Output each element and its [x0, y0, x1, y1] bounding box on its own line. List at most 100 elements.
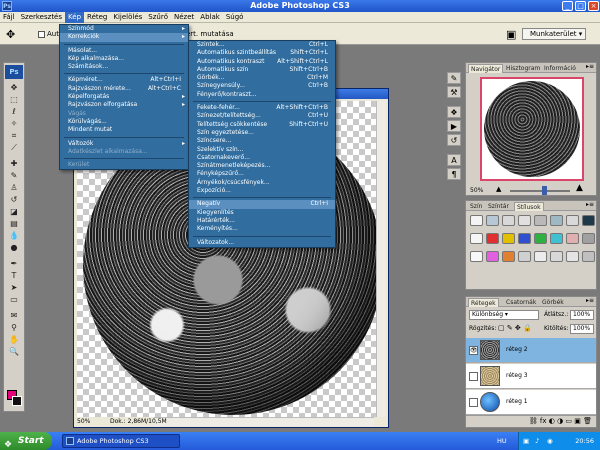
adjustments-menu-item[interactable]: Változatok...: [189, 239, 335, 247]
adjustments-menu-item[interactable]: Szintek... Ctrl+L: [189, 41, 335, 49]
style-swatch[interactable]: [566, 233, 579, 244]
adjustments-menu-item[interactable]: Színcsere...: [189, 137, 335, 145]
magic-wand-icon[interactable]: ✧: [6, 119, 22, 129]
dodge-tool-icon[interactable]: ●: [6, 243, 22, 253]
blur-tool-icon[interactable]: 💧: [6, 231, 22, 241]
document-zoom[interactable]: 50%: [77, 416, 90, 427]
workspace-icon[interactable]: ▣: [506, 28, 516, 41]
image-menu-item[interactable]: Korrekciók ▸: [60, 33, 188, 42]
menu-image[interactable]: Kép: [65, 12, 85, 23]
adjustments-menu-item[interactable]: Fényerő/kontraszt...: [189, 91, 335, 99]
tool-presets-icon[interactable]: ⚒: [447, 86, 461, 98]
gradient-tool-icon[interactable]: ▤: [6, 219, 22, 229]
character-icon[interactable]: A: [447, 154, 461, 166]
image-menu-item[interactable]: Kép alkalmazása...: [60, 55, 188, 63]
menu-edit[interactable]: Szerkesztés: [18, 12, 65, 23]
image-menu-item[interactable]: Rajzvászon mérete... Alt+Ctrl+C: [60, 85, 188, 93]
navigator-preview[interactable]: [480, 77, 584, 181]
menu-layer[interactable]: Réteg: [84, 12, 110, 23]
style-swatch[interactable]: [486, 233, 499, 244]
vertical-scrollbar[interactable]: [376, 101, 386, 417]
layer-row[interactable]: 👁 réteg 2: [466, 338, 596, 363]
history-icon[interactable]: ↺: [447, 134, 461, 146]
clone-stamp-icon[interactable]: ♙: [6, 183, 22, 193]
workspace-dropdown[interactable]: Munkaterület ▾: [522, 28, 586, 40]
adjustments-menu-item[interactable]: Negatív Ctrl+I: [189, 200, 335, 209]
image-menu-item[interactable]: Rajzvászon elforgatása ▸: [60, 101, 188, 109]
fill-input[interactable]: 100%: [570, 324, 594, 334]
move-tool-icon[interactable]: ✥: [6, 83, 22, 93]
actions-icon[interactable]: ▶: [447, 120, 461, 132]
zoom-tool-icon[interactable]: 🔍: [6, 347, 22, 357]
style-swatch[interactable]: [534, 215, 547, 226]
navigator-slider-knob[interactable]: [542, 186, 547, 195]
menu-file[interactable]: Fájl: [0, 12, 18, 23]
adjustments-menu-item[interactable]: Expozíció...: [189, 187, 335, 195]
style-swatch[interactable]: [470, 233, 483, 244]
style-swatch[interactable]: [534, 251, 547, 262]
lock-icons[interactable]: ▢ ✎ ✥ 🔒: [498, 324, 532, 332]
layer-row[interactable]: réteg 1: [466, 390, 596, 415]
adjustments-menu-item[interactable]: Telítettség csökkentése Shift+Ctrl+U: [189, 121, 335, 129]
image-menu-item[interactable]: Képelforgatás ▸: [60, 93, 188, 101]
marquee-tool-icon[interactable]: ⬚: [6, 95, 22, 105]
pen-tool-icon[interactable]: ✒: [6, 259, 22, 269]
menu-filter[interactable]: Szűrő: [145, 12, 171, 23]
zoom-out-icon[interactable]: ▲: [496, 185, 501, 193]
style-swatch[interactable]: [550, 233, 563, 244]
lasso-tool-icon[interactable]: ℓ: [6, 107, 22, 117]
style-swatch[interactable]: [518, 251, 531, 262]
adjustments-menu-item[interactable]: Csatornakeverő...: [189, 154, 335, 162]
adjustments-menu-item[interactable]: Árnyékok/csúcsfények...: [189, 179, 335, 187]
zoom-in-icon[interactable]: ▲: [576, 183, 583, 193]
healing-brush-icon[interactable]: ✚: [6, 159, 22, 169]
tray-app-icon[interactable]: ◉: [547, 432, 553, 450]
eye-icon[interactable]: 👁: [469, 346, 478, 355]
adjustments-menu-item[interactable]: Színezet/telítettség... Ctrl+U: [189, 112, 335, 120]
close-button[interactable]: ×: [588, 1, 599, 11]
image-menu-item[interactable]: Másolat...: [60, 47, 188, 55]
adjustments-menu-item[interactable]: Színegyensúly... Ctrl+B: [189, 82, 335, 90]
style-swatch[interactable]: [550, 215, 563, 226]
adjustments-menu-item[interactable]: Kiegyenlítés: [189, 209, 335, 217]
move-tool-icon[interactable]: ✥: [6, 28, 15, 41]
blend-mode-select[interactable]: Különbség ▾: [469, 310, 539, 320]
image-menu-item[interactable]: Színmód ▸: [60, 25, 188, 33]
style-swatch[interactable]: [518, 215, 531, 226]
menu-help[interactable]: Súgó: [223, 12, 247, 23]
tab-histogram[interactable]: Hisztogram: [504, 64, 542, 73]
history-brush-icon[interactable]: ↺: [6, 195, 22, 205]
type-tool-icon[interactable]: T: [6, 271, 22, 281]
image-menu-item[interactable]: Számítások...: [60, 63, 188, 71]
eye-icon[interactable]: [469, 398, 478, 407]
panel-menu-icon[interactable]: ▸≡: [586, 63, 594, 70]
navigator-zoom[interactable]: 50%: [470, 187, 483, 194]
adjustments-menu-item[interactable]: Automatikus szín Shift+Ctrl+B: [189, 66, 335, 74]
shape-tool-icon[interactable]: ▭: [6, 295, 22, 305]
network-icon[interactable]: ▣: [523, 432, 529, 450]
slice-tool-icon[interactable]: ⟋: [6, 143, 22, 153]
tab-channels[interactable]: Csatornák: [504, 298, 538, 307]
menu-view[interactable]: Nézet: [171, 12, 197, 23]
style-swatch[interactable]: [502, 233, 515, 244]
layer-comps-icon[interactable]: ❖: [447, 106, 461, 118]
tab-info[interactable]: Információ: [542, 64, 578, 73]
eye-icon[interactable]: [469, 372, 478, 381]
style-swatch[interactable]: [470, 251, 483, 262]
adjustments-menu-item[interactable]: Fekete-fehér... Alt+Shift+Ctrl+B: [189, 104, 335, 112]
paragraph-icon[interactable]: ¶: [447, 168, 461, 180]
panel-menu-icon[interactable]: ▸≡: [586, 201, 594, 208]
style-swatch[interactable]: [502, 251, 515, 262]
image-menu-item[interactable]: Mindent mutat: [60, 126, 188, 134]
style-swatch[interactable]: [534, 233, 547, 244]
style-swatch[interactable]: [582, 251, 595, 262]
adjustments-menu-item[interactable]: Szelektív szín...: [189, 146, 335, 154]
maximize-button[interactable]: □: [575, 1, 586, 11]
notes-tool-icon[interactable]: ✉: [6, 311, 22, 321]
style-swatch[interactable]: [518, 233, 531, 244]
background-color[interactable]: [12, 396, 22, 406]
adjustments-menu-item[interactable]: Szín egyeztetése...: [189, 129, 335, 137]
panel-menu-icon[interactable]: ▸≡: [586, 297, 594, 304]
navigator-zoom-slider[interactable]: [510, 190, 570, 192]
adjustments-menu-item[interactable]: Automatikus kontraszt Alt+Shift+Ctrl+L: [189, 58, 335, 66]
